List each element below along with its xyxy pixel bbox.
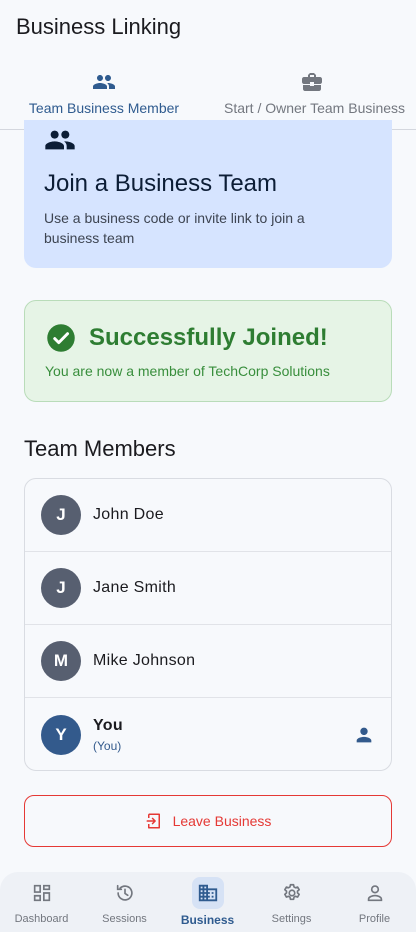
join-business-card[interactable]: Join a Business Team Use a business code… [24,120,392,268]
nav-business[interactable]: Business [166,872,249,932]
gear-icon [283,883,300,901]
success-title: Successfully Joined! [89,324,328,351]
member-you-tag: (You) [93,739,122,753]
dashboard-icon [33,884,50,902]
person-icon [367,885,382,902]
nav-label: Profile [358,913,391,925]
briefcase-icon [302,73,322,91]
person-icon [356,727,372,742]
building-icon [198,884,217,902]
group-icon [45,130,75,150]
member-row-mike-johnson[interactable]: M Mike Johnson [25,625,391,698]
member-row-john-doe[interactable]: J John Doe [25,479,391,552]
nav-label: Settings [271,913,312,925]
group-icon [93,75,115,89]
join-card-description: Use a business code or invite link to jo… [44,210,305,246]
nav-dashboard[interactable]: Dashboard [0,872,83,932]
member-row-jane-smith[interactable]: J Jane Smith [25,552,391,625]
check-circle-icon [47,324,75,352]
nav-profile[interactable]: Profile [333,872,416,932]
success-message: You are now a member of TechCorp Solutio… [45,363,330,379]
leave-business-label: Leave Business [172,813,272,829]
success-banner: Successfully Joined! You are now a membe… [24,300,392,402]
nav-sessions[interactable]: Sessions [83,872,166,932]
tab-team-business-member[interactable]: Team Business Member [28,56,180,129]
bottom-navigation: Dashboard Sessions Business Settings Pro… [0,872,416,932]
leave-business-button[interactable]: Leave Business [24,795,392,847]
tab-label: Start / Owner Team Business [224,100,406,116]
nav-label: Sessions [102,913,147,925]
team-members-list: J John Doe J Jane Smith M Mike Johnson Y… [24,478,392,771]
avatar: Y [41,714,81,755]
tab-start-owner-team-business[interactable]: Start / Owner Team Business [208,56,416,129]
history-icon [116,884,133,901]
tab-bar: Team Business Member Start / Owner Team … [0,56,416,130]
member-name: John Doe [93,506,164,523]
nav-settings[interactable]: Settings [250,872,333,932]
member-name: You [93,717,123,734]
avatar: J [41,495,81,535]
join-card-title: Join a Business Team [44,170,278,197]
app-bar: Business Linking [0,0,416,56]
team-members-heading: Team Members [24,436,176,461]
nav-label: Dashboard [14,913,69,925]
avatar: J [41,568,81,608]
avatar: M [41,641,81,681]
nav-label: Business [180,913,235,927]
tab-label: Team Business Member [28,100,180,116]
member-row-you[interactable]: Y You (You) [25,698,391,770]
page-title: Business Linking [16,14,182,39]
exit-icon [146,813,160,829]
member-name: Jane Smith [93,579,177,596]
member-name: Mike Johnson [93,652,196,669]
